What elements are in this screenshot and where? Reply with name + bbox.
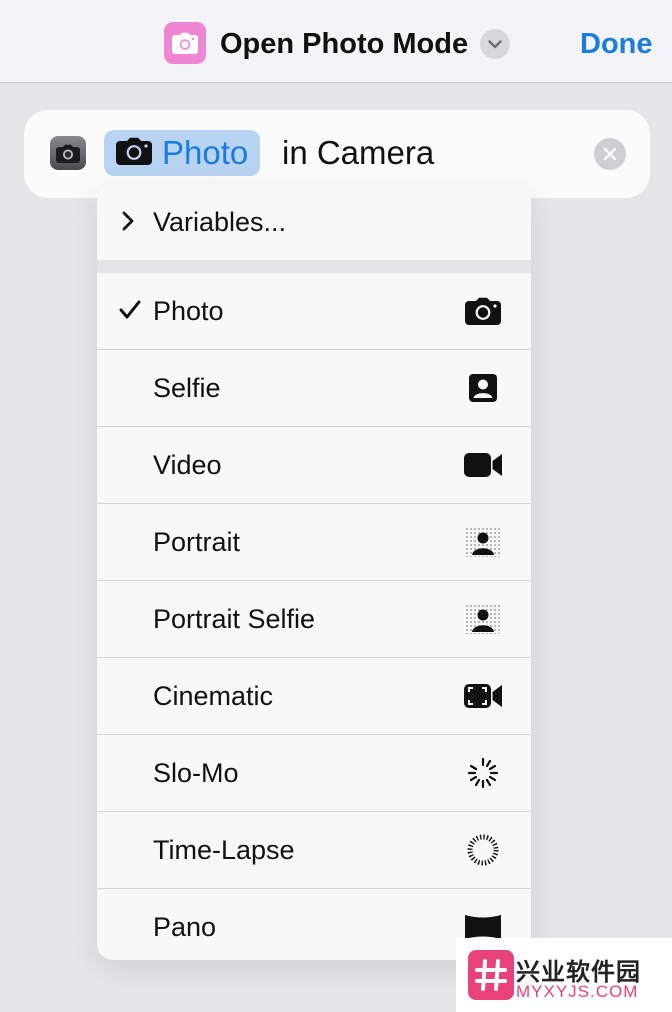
menu-item-cinematic[interactable]: Cinematic xyxy=(97,658,531,735)
menu-item-portrait-selfie[interactable]: Portrait Selfie xyxy=(97,581,531,658)
menu-item-slo-mo[interactable]: Slo-Mo xyxy=(97,735,531,812)
menu-item-variables[interactable]: Variables... xyxy=(97,184,531,260)
chevron-right-icon xyxy=(121,210,135,237)
menu-section-separator xyxy=(97,260,531,273)
camera-mode-menu: Variables... Photo Selfie Video Portrait… xyxy=(97,184,531,960)
camera-app-icon xyxy=(50,136,86,170)
menu-item-label: Video xyxy=(153,450,222,480)
selfie-icon xyxy=(461,370,505,406)
video-icon xyxy=(461,447,505,483)
parameter-value: Photo xyxy=(162,134,249,171)
menu-item-label: Cinematic xyxy=(153,681,274,711)
menu-item-photo[interactable]: Photo xyxy=(97,273,531,350)
navigation-bar: Open Photo Mode Done xyxy=(0,0,672,83)
menu-item-portrait[interactable]: Portrait xyxy=(97,504,531,581)
camera-icon xyxy=(164,22,206,64)
slo-mo-icon xyxy=(461,755,505,791)
camera-mode-parameter[interactable]: Photo xyxy=(104,130,261,176)
clear-button[interactable] xyxy=(594,138,626,170)
menu-item-video[interactable]: Video xyxy=(97,427,531,504)
menu-item-label: Portrait xyxy=(153,527,241,557)
portrait-selfie-icon xyxy=(461,601,505,637)
menu-options-list: Photo Selfie Video Portrait Portrait Sel… xyxy=(97,273,531,960)
cinematic-icon xyxy=(461,678,505,714)
menu-item-time-lapse[interactable]: Time-Lapse xyxy=(97,812,531,889)
menu-item-label: Pano xyxy=(153,912,217,942)
close-icon xyxy=(603,147,617,161)
portrait-icon xyxy=(461,524,505,560)
time-lapse-icon xyxy=(461,832,505,868)
action-description: in Camera xyxy=(282,134,435,171)
checkmark-icon xyxy=(119,300,141,325)
chevron-down-icon[interactable] xyxy=(480,29,510,59)
menu-item-label: Selfie xyxy=(153,373,221,403)
watermark-logo-icon xyxy=(468,950,514,1000)
menu-item-label: Portrait Selfie xyxy=(153,604,316,634)
watermark-subtitle: MYXYJS.COM xyxy=(516,982,639,1001)
shortcut-title[interactable]: Open Photo Mode xyxy=(220,24,468,64)
done-button[interactable]: Done xyxy=(580,24,653,64)
menu-item-selfie[interactable]: Selfie xyxy=(97,350,531,427)
menu-item-label: Photo xyxy=(153,296,224,326)
watermark: 兴业软件园 MYXYJS.COM xyxy=(456,938,672,1012)
menu-item-label: Variables... xyxy=(153,207,287,237)
menu-item-label: Slo-Mo xyxy=(153,758,239,788)
menu-item-label: Time-Lapse xyxy=(153,835,295,865)
camera-icon xyxy=(116,137,152,170)
camera-icon xyxy=(461,293,505,329)
